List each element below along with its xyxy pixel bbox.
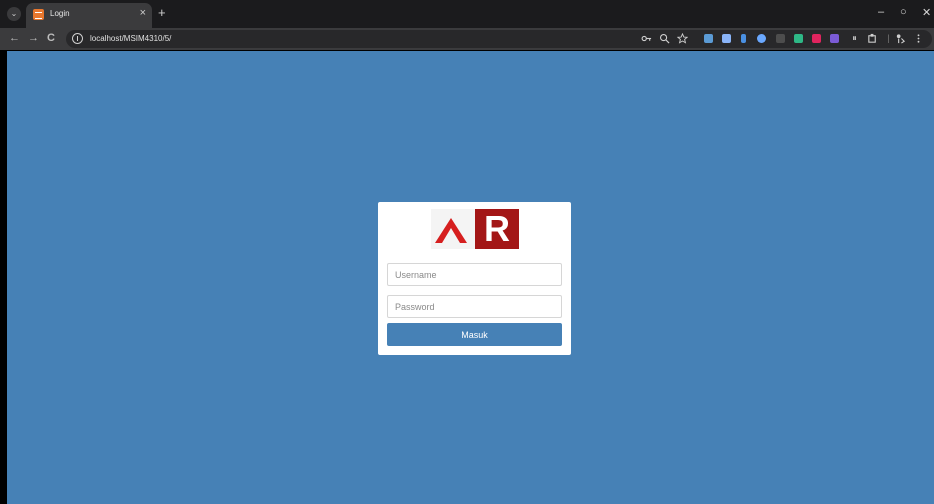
profile-icon[interactable] [895, 33, 906, 44]
back-button[interactable]: ← [9, 32, 20, 44]
close-tab-icon[interactable]: × [140, 7, 146, 19]
forward-button[interactable]: → [28, 32, 39, 44]
extension-icon-8[interactable] [830, 34, 839, 43]
browser-tab-login[interactable]: Login × [26, 3, 152, 28]
page-viewport: R Masuk [7, 51, 934, 504]
address-bar[interactable]: localhost/MSIM4310/5/ ⏸ | [66, 30, 932, 48]
username-input[interactable] [387, 263, 562, 286]
extension-icon-2[interactable] [722, 34, 731, 43]
favicon-icon [33, 9, 44, 20]
password-input[interactable] [387, 295, 562, 318]
new-tab-button[interactable]: + [158, 5, 166, 20]
browser-toolbar: ← → C localhost/MSIM4310/5/ ⏸ | [0, 28, 934, 50]
extension-icon-5[interactable] [776, 34, 785, 43]
ar-logo: R [431, 209, 519, 249]
extension-icon-4[interactable] [757, 34, 766, 43]
site-info-icon[interactable] [72, 33, 83, 44]
star-icon[interactable] [677, 33, 688, 44]
login-card: R Masuk [378, 202, 571, 355]
login-submit-button[interactable]: Masuk [387, 323, 562, 346]
extension-icon-1[interactable] [704, 34, 713, 43]
extension-icon-6[interactable] [794, 34, 803, 43]
logo-chevron-icon [435, 218, 467, 243]
chevron-down-icon: ⌄ [10, 9, 18, 18]
extension-icon-7[interactable] [812, 34, 821, 43]
logo-a-panel [431, 209, 475, 249]
tab-search-button[interactable]: ⌄ [7, 7, 21, 21]
browser-tab-strip: ⌄ Login × + – ○ ✕ [0, 0, 934, 28]
extension-icon-3[interactable] [741, 34, 746, 43]
logo-r-panel: R [475, 209, 519, 249]
toolbar-divider: | [887, 33, 890, 43]
restore-button[interactable]: ○ [900, 6, 907, 18]
extension-pause-icon[interactable]: ⏸ [849, 33, 860, 44]
key-icon[interactable] [641, 33, 652, 44]
minimize-button[interactable]: – [878, 6, 884, 18]
url-text[interactable]: localhost/MSIM4310/5/ [90, 34, 171, 43]
tab-title: Login [50, 9, 70, 18]
reload-button[interactable]: C [47, 32, 55, 44]
logo-letter-r: R [484, 208, 510, 249]
menu-kebab-icon[interactable] [913, 33, 924, 44]
extensions-puzzle-icon[interactable] [867, 33, 878, 44]
close-window-button[interactable]: ✕ [922, 6, 931, 19]
zoom-icon[interactable] [659, 33, 670, 44]
